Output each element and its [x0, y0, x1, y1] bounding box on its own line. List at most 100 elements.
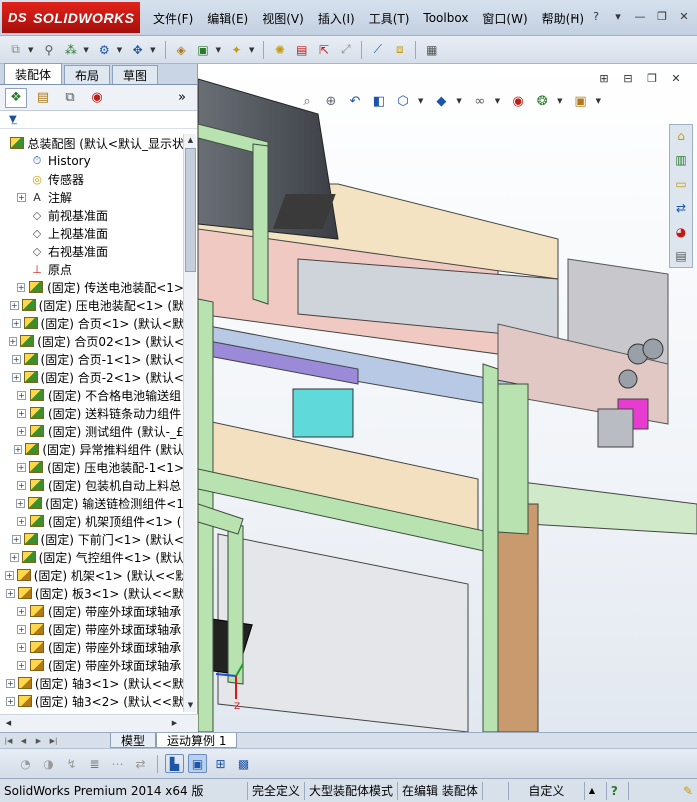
tree-item[interactable]: + (固定) 带座外球面球轴承: [0, 638, 184, 656]
dimension-icon[interactable]: ↯: [62, 754, 81, 773]
solidworks-resources-icon[interactable]: ⌂: [670, 125, 692, 147]
apply-scene-icon[interactable]: ❂: [533, 92, 551, 110]
tree-item[interactable]: ⏱ History: [0, 152, 184, 170]
tree-item[interactable]: + (固定) 带座外球面球轴承: [0, 620, 184, 638]
chart-icon[interactable]: ▙: [165, 754, 184, 773]
chevron-down-icon[interactable]: ▼: [249, 46, 254, 54]
units-status[interactable]: 自定义: [509, 781, 585, 800]
expand-icon[interactable]: +: [11, 372, 21, 382]
expand-icon[interactable]: +: [17, 606, 26, 616]
tree-item[interactable]: ◇ 上视基准面: [0, 224, 184, 242]
assembly-model[interactable]: Z: [198, 64, 697, 732]
scroll-down-arrow[interactable]: ▼: [184, 699, 197, 712]
tree-item[interactable]: + (固定) 压电池装配<1> (默: [0, 296, 184, 314]
new-motion-study-icon[interactable]: ✺: [270, 40, 289, 59]
tree-item[interactable]: + (固定) 带座外球面球轴承: [0, 602, 184, 620]
list-icon[interactable]: ≣: [85, 754, 104, 773]
expand-icon[interactable]: +: [17, 642, 26, 652]
tree-item[interactable]: + (固定) 压电池装配-1<1>: [0, 458, 184, 476]
expand-icon[interactable]: +: [6, 678, 15, 688]
sketch-icon[interactable]: ◑: [39, 754, 58, 773]
menu-window[interactable]: 窗口(W): [475, 10, 534, 27]
chevron-down-icon[interactable]: ▼: [28, 46, 33, 54]
instant3d-icon[interactable]: ⧈: [390, 40, 409, 59]
last-tab-icon[interactable]: ▶|: [47, 735, 60, 747]
bill-of-materials-icon[interactable]: ▤: [292, 40, 311, 59]
edit-appearance-icon[interactable]: ◉: [509, 92, 527, 110]
grid-icon[interactable]: ⋯: [108, 754, 127, 773]
section-view-icon[interactable]: ◧: [370, 92, 388, 110]
menu-insert[interactable]: 插入(I): [311, 10, 362, 27]
expand-icon[interactable]: +: [15, 498, 25, 508]
help-icon[interactable]: ?: [607, 781, 629, 800]
expand-icon[interactable]: +: [16, 282, 26, 292]
tree-item[interactable]: + (固定) 包装机自动上料总: [0, 476, 184, 494]
assembly-features-icon[interactable]: ▣: [194, 40, 213, 59]
tab-sketch[interactable]: 草图: [112, 65, 159, 84]
chevron-down-icon[interactable]: ▼: [557, 97, 562, 105]
expand-icon[interactable]: +: [17, 390, 26, 400]
tree-item[interactable]: + (固定) 气控组件<1> (默认: [0, 548, 184, 566]
tree-item[interactable]: + (固定) 合页<1> (默认<默: [0, 314, 184, 332]
exploded-view-icon[interactable]: ⇱: [314, 40, 333, 59]
zoom-to-fit-icon[interactable]: ⌕: [298, 92, 316, 110]
menu-tools[interactable]: 工具(T): [362, 10, 417, 27]
expand-icon[interactable]: +: [11, 534, 21, 544]
expand-icon[interactable]: +: [17, 660, 26, 670]
appearances-icon[interactable]: ◕: [670, 221, 692, 243]
table-icon[interactable]: ⊞: [211, 754, 230, 773]
tab-layout[interactable]: 布局: [64, 65, 111, 84]
tree-item[interactable]: + (固定) 合页02<1> (默认<: [0, 332, 184, 350]
first-tab-icon[interactable]: |◀: [2, 735, 15, 747]
expand-icon[interactable]: +: [13, 444, 23, 454]
expand-icon[interactable]: +: [17, 480, 26, 490]
large-assembly-mode-icon[interactable]: ▦: [422, 40, 441, 59]
restore-button[interactable]: ❐: [643, 70, 661, 86]
expand-icon[interactable]: +: [17, 192, 26, 202]
tree-item[interactable]: + (固定) 合页-1<1> (默认<: [0, 350, 184, 368]
tree-item[interactable]: + (固定) 测试组件 (默认-_£: [0, 422, 184, 440]
chevron-down-icon[interactable]: ▼: [117, 46, 122, 54]
pattern-icon[interactable]: ⁂: [61, 40, 80, 59]
expand-icon[interactable]: +: [6, 588, 15, 598]
restore-button[interactable]: ❐: [653, 8, 671, 24]
tree-horizontal-scrollbar[interactable]: ◀ ▶: [0, 714, 198, 732]
tile-icon[interactable]: ⊞: [595, 70, 613, 86]
reference-geometry-icon[interactable]: ✦: [227, 40, 246, 59]
scroll-left-arrow[interactable]: ◀: [2, 717, 15, 730]
tree-item[interactable]: + (固定) 合页-2<1> (默认<: [0, 368, 184, 386]
chevron-up-icon[interactable]: ▲: [585, 781, 607, 800]
expand-icon[interactable]: +: [17, 426, 26, 436]
view-orientation-icon[interactable]: ⬡: [394, 92, 412, 110]
tree-root[interactable]: 总装配图 (默认<默认_显示状: [0, 134, 184, 152]
chevron-right-icon[interactable]: »: [171, 88, 193, 108]
expand-icon[interactable]: +: [11, 318, 21, 328]
property-manager-icon[interactable]: ▤: [32, 88, 54, 108]
display-style-icon[interactable]: ◆: [432, 92, 450, 110]
part-icon[interactable]: ◔: [16, 754, 35, 773]
chevron-down-icon[interactable]: ▼: [596, 97, 601, 105]
tree-item[interactable]: ◎ 传感器: [0, 170, 184, 188]
box-view-icon[interactable]: ▣: [188, 754, 207, 773]
file-explorer-icon[interactable]: ▭: [670, 173, 692, 195]
tree-item[interactable]: + (固定) 输送链检测组件<1: [0, 494, 184, 512]
menu-view[interactable]: 视图(V): [255, 10, 311, 27]
filter-icon[interactable]: ▼̲: [9, 114, 17, 125]
interference-detection-icon[interactable]: ⟋: [368, 40, 387, 59]
tab-model[interactable]: 模型: [110, 733, 157, 748]
menu-edit[interactable]: 编辑(E): [200, 10, 255, 27]
expand-icon[interactable]: +: [6, 696, 15, 706]
tree-item[interactable]: + (固定) 板3<1> (默认<<默: [0, 584, 184, 602]
tree-item[interactable]: ⊥ 原点: [0, 260, 184, 278]
tree-item[interactable]: + (固定) 带座外球面球轴承: [0, 656, 184, 674]
tree-item[interactable]: + (固定) 异常推料组件 (默认: [0, 440, 184, 458]
tree-item[interactable]: + (固定) 送料链条动力组件: [0, 404, 184, 422]
smart-fasteners-icon[interactable]: ⚙: [95, 40, 114, 59]
expand-icon[interactable]: +: [17, 408, 26, 418]
expand-icon[interactable]: +: [17, 516, 26, 526]
design-library-icon[interactable]: ▥: [670, 149, 692, 171]
tree-item[interactable]: + (固定) 机架顶组件<1> (: [0, 512, 184, 530]
minimize-button[interactable]: —: [631, 8, 649, 24]
tree-item[interactable]: ◇ 前视基准面: [0, 206, 184, 224]
help-icon[interactable]: ?: [587, 8, 605, 24]
